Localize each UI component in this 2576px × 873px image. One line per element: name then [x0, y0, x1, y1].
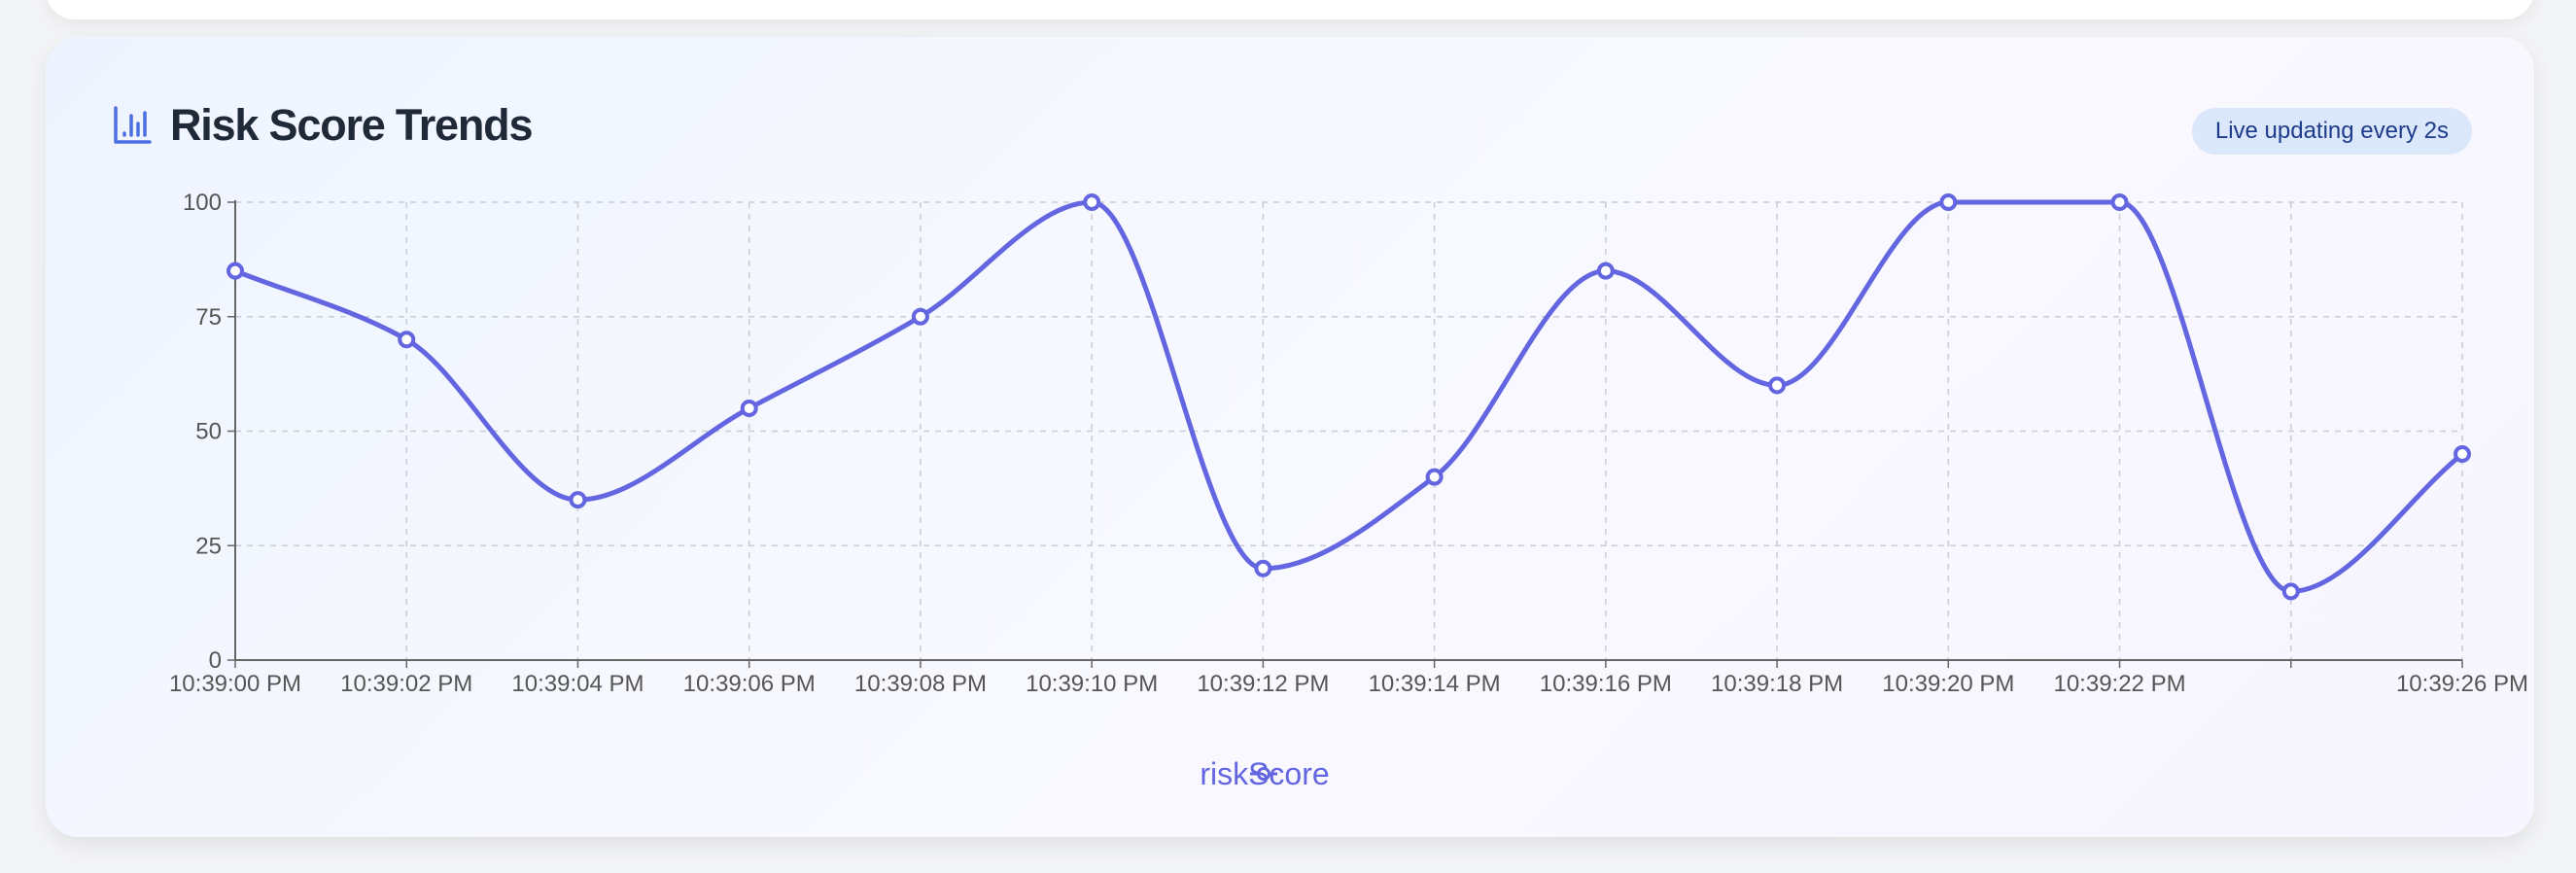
x-tick-label: 10:39:20 PM	[1882, 671, 2014, 697]
x-tick-label: 10:39:04 PM	[511, 671, 644, 697]
data-point[interactable]	[1254, 559, 1272, 577]
x-tick-label: 10:39:22 PM	[2053, 671, 2185, 697]
risk-score-trends-card: Risk Score Trends Live updating every 2s…	[46, 37, 2534, 837]
y-tick-label: 75	[195, 304, 222, 331]
x-tick-label: 10:39:08 PM	[854, 671, 987, 697]
x-tick-label: 10:39:02 PM	[340, 671, 472, 697]
x-tick-label: 10:39:10 PM	[1026, 671, 1158, 697]
risk-score-line-chart: 0 25 50 75 100 10:39:00 PM 10:39:02 PM 10:39:04…	[169, 190, 2528, 697]
chart-legend[interactable]: riskScore	[46, 758, 2534, 789]
legend-label-riskscore: riskScore	[1200, 756, 1330, 791]
data-point[interactable]	[1425, 468, 1444, 486]
axes: 0 25 50 75 100 10:39:00 PM 10:39:02 PM 10:39:04…	[169, 190, 2528, 697]
grid	[235, 201, 2463, 660]
x-tick-label: 10:39:16 PM	[1540, 671, 1672, 697]
data-point[interactable]	[2110, 193, 2129, 211]
data-point[interactable]	[398, 331, 416, 349]
y-tick-label: 0	[209, 647, 222, 674]
data-point[interactable]	[911, 307, 929, 326]
x-tick-label: 10:39:00 PM	[169, 671, 301, 697]
x-tick-label: 10:39:12 PM	[1197, 671, 1329, 697]
data-point[interactable]	[1939, 193, 1958, 211]
previous-card	[46, 0, 2534, 19]
data-point[interactable]	[2454, 445, 2471, 464]
y-tick-label: 25	[195, 533, 222, 559]
data-point[interactable]	[1596, 262, 1615, 280]
data-point[interactable]	[740, 399, 758, 417]
data-point[interactable]	[569, 491, 587, 509]
data-point[interactable]	[2281, 582, 2300, 601]
y-tick-label: 100	[183, 190, 222, 216]
data-point[interactable]	[1768, 376, 1787, 395]
data-point[interactable]	[1083, 193, 1101, 211]
series-lines	[234, 199, 2464, 594]
series-line-riskScore	[234, 199, 2464, 594]
x-tick-label: 10:39:06 PM	[683, 671, 816, 697]
data-point[interactable]	[226, 262, 244, 280]
x-tick-label: 10:39:14 PM	[1369, 671, 1501, 697]
x-tick-label: 10:39:18 PM	[1711, 671, 1843, 697]
y-tick-label: 50	[195, 419, 222, 445]
x-tick-label: 10:39:26 PM	[2396, 671, 2528, 697]
